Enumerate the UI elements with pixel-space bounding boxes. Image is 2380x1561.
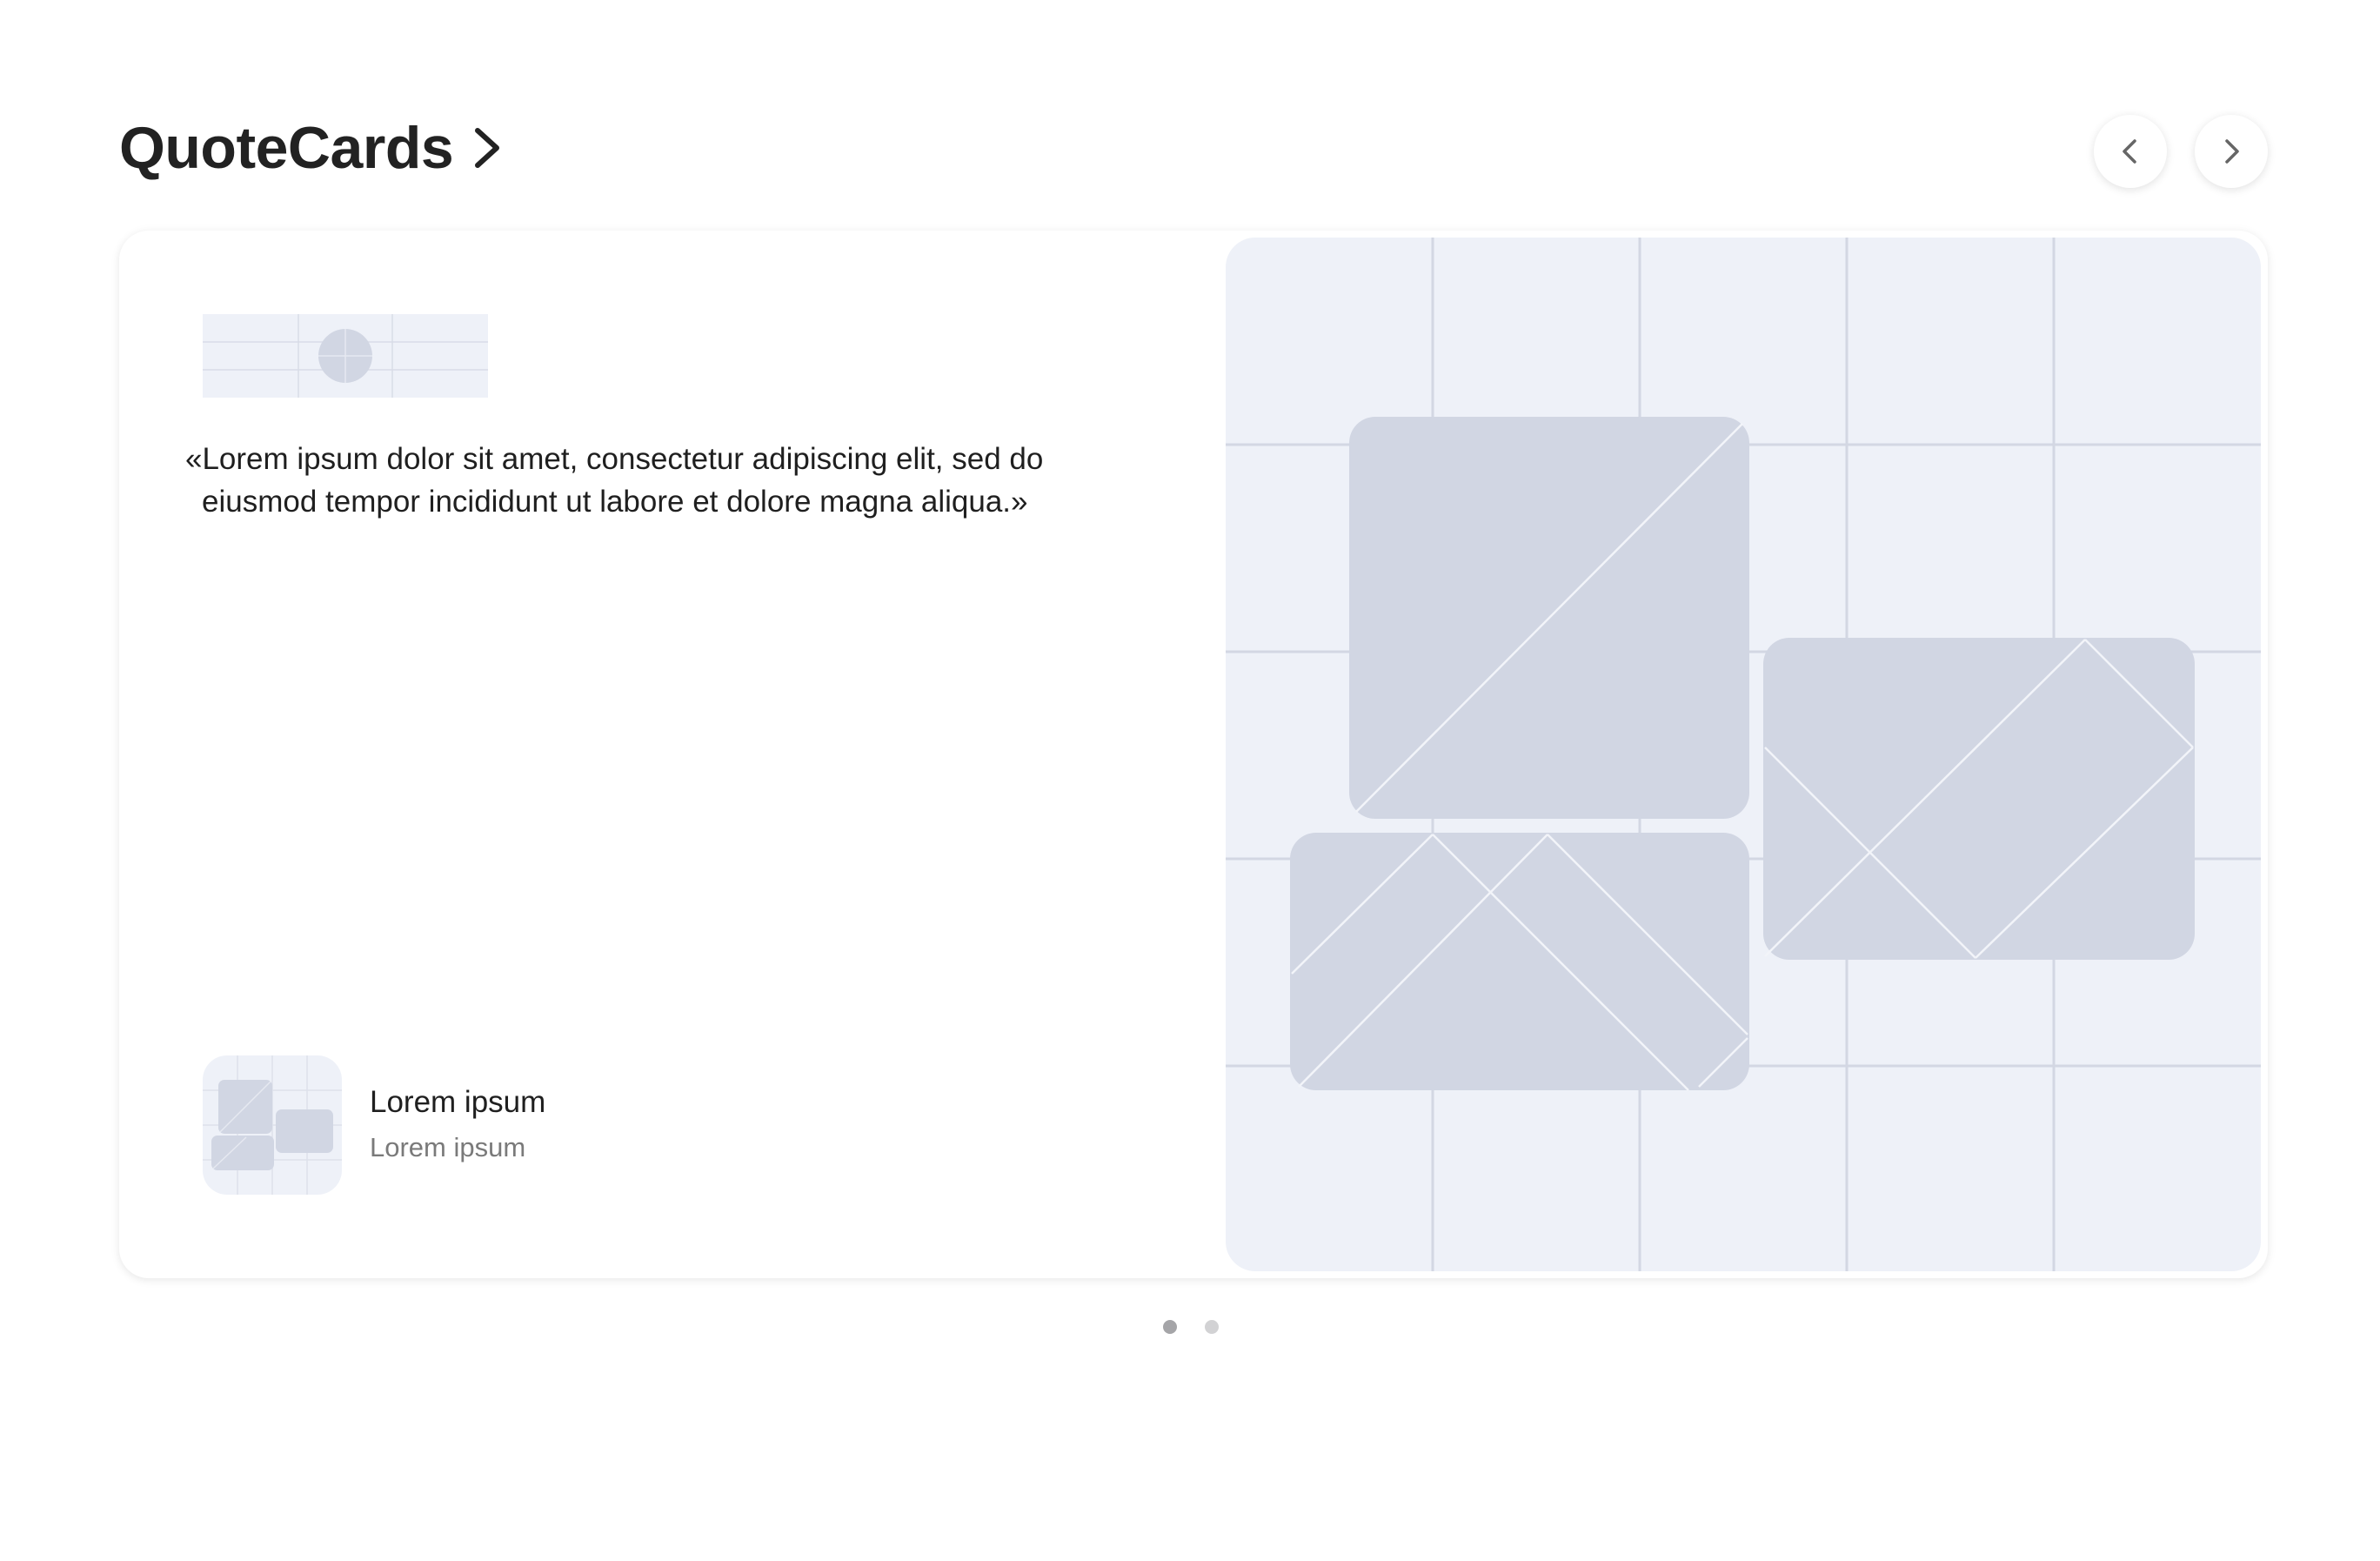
- author-role: Lorem ipsum: [370, 1132, 526, 1162]
- image-placeholder-icon: [1226, 238, 2261, 1271]
- carousel-pagination: [1163, 1320, 1219, 1334]
- pagination-dot[interactable]: [1205, 1320, 1219, 1334]
- pagination-dot[interactable]: [1163, 1320, 1177, 1334]
- quote-author: Lorem ipsum Lorem ipsum: [203, 1055, 545, 1195]
- avatar-placeholder-icon: [203, 1055, 342, 1195]
- section-title-link[interactable]: QuoteCards: [119, 104, 507, 191]
- quote-line: eiusmod tempor incididunt ut labore et d…: [202, 485, 1028, 519]
- previous-slide-button[interactable]: [2094, 115, 2167, 188]
- quote-card: «Lorem ipsum dolor sit amet, consectetur…: [119, 231, 2268, 1278]
- author-name: Lorem ipsum: [370, 1085, 546, 1119]
- chevron-left-icon: [2123, 139, 2136, 164]
- next-slide-button[interactable]: [2195, 115, 2268, 188]
- quote-line: «Lorem ipsum dolor sit amet, consectetur…: [185, 442, 1044, 476]
- quote-image: [1226, 238, 2261, 1271]
- section-title: QuoteCards: [119, 115, 454, 181]
- quote-cards-page: QuoteCards «Lorem ipsum dolor sit amet, …: [0, 0, 2380, 1561]
- chevron-right-icon: [475, 128, 500, 168]
- company-logo-placeholder-icon: [203, 314, 488, 398]
- avatar: [203, 1055, 342, 1195]
- quote-text: «Lorem ipsum dolor sit amet, consectetur…: [185, 438, 1177, 523]
- chevron-right-icon: [2225, 139, 2239, 164]
- author-info: Lorem ipsum Lorem ipsum: [370, 1082, 545, 1168]
- section-header: QuoteCards: [119, 104, 2268, 191]
